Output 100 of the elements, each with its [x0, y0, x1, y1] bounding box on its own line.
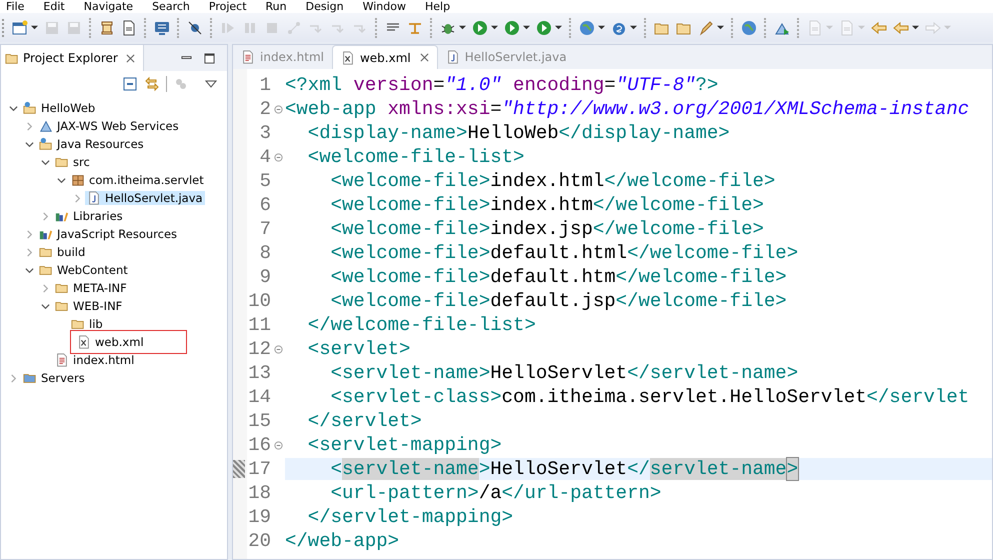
tree-item[interactable]: com.itheima.servlet: [89, 173, 204, 187]
view-title: Project Explorer: [23, 51, 118, 65]
monitor-icon: [154, 20, 170, 36]
line-number: 10: [247, 290, 271, 312]
menu-item[interactable]: Run: [266, 0, 287, 13]
chevron-right-icon[interactable]: [73, 194, 82, 202]
tab-label: HelloServlet.java: [464, 50, 567, 64]
code-line: </servlet>: [306, 410, 423, 432]
tree-item[interactable]: lib: [89, 317, 103, 331]
forward-arrow-icon: [925, 20, 941, 36]
line-number: 11: [247, 314, 271, 336]
java-resources-icon: [39, 137, 53, 151]
line-number: 16: [247, 434, 271, 456]
menu-item[interactable]: Navigate: [84, 0, 134, 13]
close-icon[interactable]: [420, 53, 429, 62]
code-line: <servlet-class>com.itheima.servlet.HelloServlet</servlet: [330, 386, 970, 408]
menu-item[interactable]: File: [6, 0, 24, 13]
xml-file-icon: [340, 50, 355, 64]
code-line: <servlet-name>HelloServlet</servlet-name>: [330, 362, 800, 384]
tree-item[interactable]: META-INF: [73, 281, 127, 295]
collapse-all-icon[interactable]: [122, 76, 138, 92]
run-icon: [472, 20, 488, 36]
code-line: <display-name>HelloWeb</display-name>: [306, 122, 731, 144]
line-number: 14: [247, 386, 271, 408]
code-line: </welcome-file-list>: [306, 314, 537, 336]
toolbar-button[interactable]: [10, 18, 40, 38]
tab-label: index.html: [260, 50, 324, 64]
fold-icon[interactable]: [274, 344, 282, 354]
line-number: 4: [258, 146, 271, 168]
view-menu-icon[interactable]: [205, 80, 217, 88]
chevron-down-icon[interactable]: [25, 140, 34, 148]
pen-icon: [698, 20, 714, 36]
tree-item[interactable]: Libraries: [73, 209, 123, 223]
tree-item[interactable]: build: [57, 245, 86, 259]
code-line: </servlet-mapping>: [306, 506, 514, 528]
line-number: 15: [247, 410, 271, 432]
maximize-icon[interactable]: [204, 52, 215, 64]
folder-icon: [39, 263, 53, 277]
caret-icon: [826, 24, 833, 31]
folder-icon: [39, 245, 53, 259]
code-line: <welcome-file>index.html</welcome-file>: [330, 170, 776, 192]
menu-item[interactable]: Design: [306, 0, 344, 13]
globe-icon: [579, 20, 595, 36]
tree-item[interactable]: WEB-INF: [73, 299, 122, 313]
close-icon[interactable]: [126, 54, 135, 62]
tree-item[interactable]: Servers: [41, 371, 85, 385]
nodes-icon: [286, 20, 302, 36]
menu-item[interactable]: Search: [152, 0, 190, 13]
tree-item[interactable]: JAX-WS Web Services: [57, 119, 179, 133]
code-line: <servlet>: [306, 338, 412, 360]
view-tab[interactable]: Project Explorer: [1, 45, 144, 71]
chevron-right-icon[interactable]: [9, 374, 18, 382]
chevron-down-icon[interactable]: [25, 266, 34, 274]
document-icon: [121, 20, 137, 36]
new-window-icon: [12, 20, 28, 36]
editor-tab[interactable]: web.xml: [332, 45, 438, 69]
chevron-right-icon[interactable]: [25, 248, 34, 256]
tree-item[interactable]: WebContent: [57, 263, 128, 277]
tree-item[interactable]: web.xml: [95, 335, 144, 349]
chevron-down-icon[interactable]: [57, 176, 66, 184]
line-number: 1: [258, 74, 271, 96]
save-all-icon: [66, 20, 82, 36]
tree-item[interactable]: index.html: [73, 353, 134, 367]
chevron-right-icon[interactable]: [25, 122, 34, 130]
line-number: 12: [247, 338, 271, 360]
caret-icon: [630, 24, 637, 31]
caret-icon: [459, 24, 466, 31]
caret-icon: [523, 24, 530, 31]
project-icon: [23, 101, 37, 115]
tree-item[interactable]: HelloWeb: [41, 101, 96, 115]
chevron-down-icon[interactable]: [41, 302, 50, 310]
java-file-icon: [87, 191, 101, 205]
menu-item[interactable]: Help: [424, 0, 450, 13]
menu-item[interactable]: Edit: [43, 0, 65, 13]
chevron-down-icon[interactable]: [9, 104, 18, 112]
caret-icon: [555, 24, 562, 31]
fold-icon[interactable]: [274, 152, 282, 162]
code-line: <?xml version="1.0" encoding="UTF-8"?>: [285, 74, 720, 96]
chevron-right-icon[interactable]: [41, 212, 50, 220]
menu-item[interactable]: Window: [362, 0, 406, 13]
tree-item[interactable]: Java Resources: [57, 137, 144, 151]
tree-item[interactable]: src: [73, 155, 90, 169]
globe-icon: [741, 20, 757, 36]
chevron-down-icon[interactable]: [41, 158, 50, 166]
code-line: <servlet-mapping>: [306, 434, 503, 456]
fold-icon[interactable]: [274, 440, 282, 450]
tree-item[interactable]: JavaScript Resources: [57, 227, 178, 241]
caret-icon: [31, 24, 38, 31]
run-icon: [536, 20, 552, 36]
caret-icon: [912, 24, 919, 31]
link-arrows-icon[interactable]: [144, 76, 160, 92]
code-line: <welcome-file>default.htm</welcome-file>: [330, 266, 788, 288]
document-icon: [807, 20, 823, 36]
code-line: <url-pattern>/a</url-pattern>: [330, 482, 662, 504]
code-line: <welcome-file-list>: [306, 146, 526, 168]
chevron-right-icon[interactable]: [25, 230, 34, 238]
fold-icon[interactable]: [274, 104, 282, 114]
line-number: 9: [258, 266, 271, 288]
menu-item[interactable]: Project: [208, 0, 247, 13]
chevron-right-icon[interactable]: [41, 284, 50, 292]
